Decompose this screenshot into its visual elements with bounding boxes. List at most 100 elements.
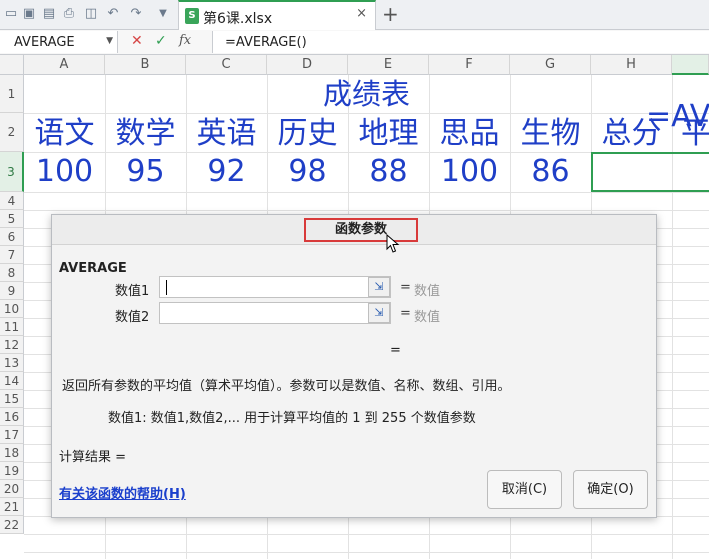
- row-header[interactable]: 3: [0, 152, 24, 192]
- function-description: 返回所有参数的平均值（算术平均值）。参数可以是数值、名称、数组、引用。: [62, 379, 511, 394]
- redo-icon[interactable]: ↷: [128, 6, 144, 22]
- title-toolbar: ▭ ▣ ▤ ⎙ ◫ ↶ ↷ ▼ S 第6课.xlsx × +: [0, 0, 709, 30]
- row-header[interactable]: 4: [0, 192, 24, 210]
- column-header[interactable]: C: [186, 55, 267, 75]
- row-header[interactable]: 9: [0, 282, 24, 300]
- tab-file[interactable]: S 第6课.xlsx ×: [178, 0, 376, 30]
- header-cell[interactable]: 地理: [348, 117, 429, 151]
- row-header[interactable]: 6: [0, 228, 24, 246]
- column-header[interactable]: D: [267, 55, 348, 75]
- header-cell[interactable]: 思品: [429, 117, 510, 151]
- arg1-equals: =: [400, 280, 411, 295]
- row-header[interactable]: 12: [0, 336, 24, 354]
- arg2-equals: =: [400, 306, 411, 321]
- undo-icon[interactable]: ↶: [105, 6, 121, 22]
- function-name: AVERAGE: [59, 261, 127, 276]
- formula-text: =AVERAGE(): [225, 35, 307, 50]
- row-gridline: [24, 534, 709, 535]
- row-header[interactable]: 17: [0, 426, 24, 444]
- cancel-formula-icon[interactable]: ✕: [131, 33, 143, 49]
- row-header[interactable]: 19: [0, 462, 24, 480]
- column-header-partial[interactable]: [672, 55, 709, 75]
- row-header[interactable]: 14: [0, 372, 24, 390]
- row-gridline: [24, 552, 709, 553]
- mouse-pointer-icon: [386, 234, 400, 253]
- column-header[interactable]: A: [24, 55, 105, 75]
- row-header[interactable]: 5: [0, 210, 24, 228]
- row-gridline: [24, 210, 709, 211]
- total-equals: =: [390, 343, 401, 358]
- close-tab-icon[interactable]: ×: [356, 6, 367, 21]
- range-picker-icon[interactable]: ⇲: [368, 303, 390, 323]
- cancel-button[interactable]: 取消(C): [487, 470, 562, 509]
- row-header[interactable]: 11: [0, 318, 24, 336]
- save-as-icon[interactable]: ▤: [41, 6, 57, 22]
- row-header[interactable]: 10: [0, 300, 24, 318]
- score-cell[interactable]: 98: [267, 155, 348, 189]
- chevron-down-icon[interactable]: ▼: [106, 36, 113, 46]
- score-cell[interactable]: 86: [510, 155, 591, 189]
- column-header[interactable]: H: [591, 55, 672, 75]
- row-header[interactable]: 16: [0, 408, 24, 426]
- arg1-input[interactable]: [159, 276, 391, 298]
- active-cell-text: =AVE: [646, 99, 709, 134]
- tab-label: 第6课.xlsx: [203, 11, 273, 27]
- score-cell[interactable]: 95: [105, 155, 186, 189]
- name-box[interactable]: AVERAGE ▼: [0, 31, 118, 53]
- cell-title[interactable]: 成绩表: [24, 75, 709, 113]
- function-help-link[interactable]: 有关该函数的帮助(H): [59, 483, 186, 502]
- row-header[interactable]: 7: [0, 246, 24, 264]
- name-box-value: AVERAGE: [14, 35, 75, 50]
- formula-bar: AVERAGE ▼ ✕ ✓ fx =AVERAGE(): [0, 30, 709, 55]
- header-cell[interactable]: 历史: [267, 117, 348, 151]
- text-caret: [166, 280, 167, 295]
- print-icon[interactable]: ⎙: [61, 6, 77, 22]
- formula-input[interactable]: =AVERAGE(): [212, 31, 709, 53]
- row-header[interactable]: 20: [0, 480, 24, 498]
- confirm-formula-icon[interactable]: ✓: [155, 33, 167, 49]
- arg1-label: 数值1: [115, 284, 150, 299]
- header-cell[interactable]: 语文: [24, 117, 105, 151]
- row-header[interactable]: 2: [0, 113, 24, 152]
- active-cell-border[interactable]: [591, 152, 709, 192]
- score-cell[interactable]: 100: [24, 155, 105, 189]
- row-header[interactable]: 8: [0, 264, 24, 282]
- ok-button[interactable]: 确定(O): [573, 470, 648, 509]
- add-tab-button[interactable]: +: [382, 2, 399, 26]
- row-gridline: [24, 113, 709, 114]
- arg1-hint: 数值: [414, 284, 441, 299]
- save-icon[interactable]: ▣: [21, 6, 37, 22]
- header-cell[interactable]: 数学: [105, 117, 186, 151]
- function-arguments-dialog: 函数参数 AVERAGE 数值1 ⇲ = 数值 数值2 ⇲ = 数值 = 返回所…: [51, 214, 657, 518]
- row-header[interactable]: 1: [0, 75, 24, 113]
- column-header[interactable]: G: [510, 55, 591, 75]
- spreadsheet-file-icon: S: [185, 8, 199, 24]
- header-cell[interactable]: 生物: [510, 117, 591, 151]
- header-cell[interactable]: 英语: [186, 117, 267, 151]
- column-header[interactable]: E: [348, 55, 429, 75]
- score-cell[interactable]: 88: [348, 155, 429, 189]
- row-header[interactable]: 18: [0, 444, 24, 462]
- dropdown-icon[interactable]: ▼: [155, 6, 171, 22]
- print-preview-icon[interactable]: ◫: [83, 6, 99, 22]
- select-all-corner[interactable]: [0, 55, 24, 75]
- insert-function-icon[interactable]: fx: [179, 33, 191, 48]
- dialog-titlebar[interactable]: 函数参数: [52, 215, 656, 245]
- column-header[interactable]: F: [429, 55, 510, 75]
- row-header[interactable]: 21: [0, 498, 24, 516]
- row-header[interactable]: 22: [0, 516, 24, 534]
- row-header[interactable]: 13: [0, 354, 24, 372]
- arg2-hint: 数值: [414, 310, 441, 325]
- arg2-input[interactable]: [159, 302, 391, 324]
- range-picker-icon[interactable]: ⇲: [368, 277, 390, 297]
- score-cell[interactable]: 100: [429, 155, 510, 189]
- folder-icon[interactable]: ▭: [3, 6, 19, 22]
- argument-description: 数值1: 数值1,数值2,... 用于计算平均值的 1 到 255 个数值参数: [108, 411, 476, 426]
- calculation-result: 计算结果 =: [59, 450, 127, 465]
- row-header[interactable]: 15: [0, 390, 24, 408]
- dialog-title: 函数参数: [304, 218, 418, 242]
- arg2-label: 数值2: [115, 310, 150, 325]
- column-header[interactable]: B: [105, 55, 186, 75]
- row-gridline: [24, 192, 709, 193]
- score-cell[interactable]: 92: [186, 155, 267, 189]
